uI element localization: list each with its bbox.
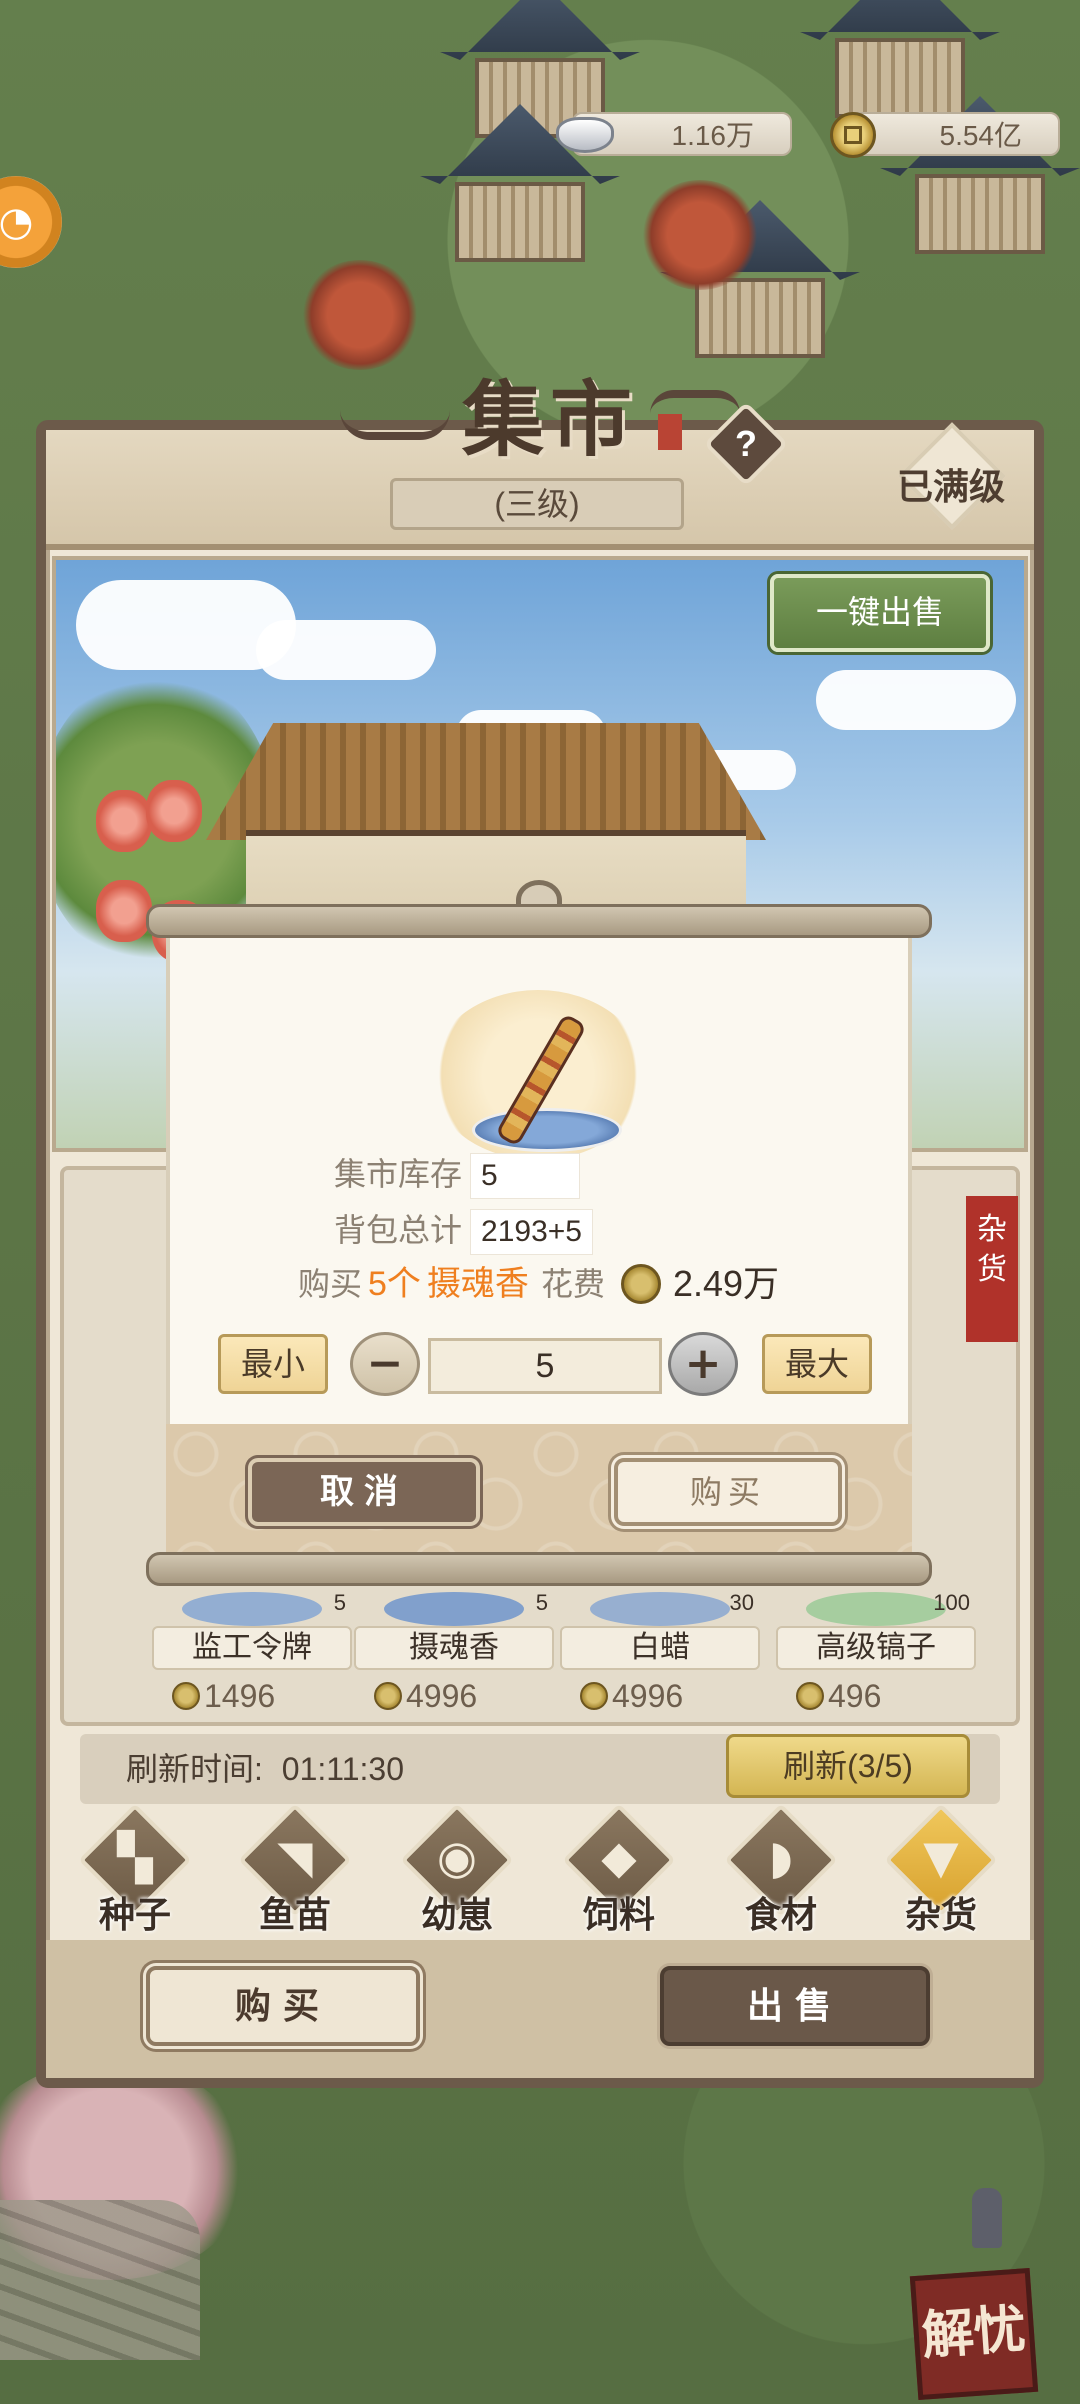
purchase-summary: 购买 5个 摄魂香 花费 2.49万 <box>298 1256 779 1312</box>
increase-button[interactable]: + <box>668 1332 738 1396</box>
item-pedestal <box>472 1108 622 1152</box>
confirm-buy-button[interactable]: 购买 <box>614 1458 842 1526</box>
min-quantity-button[interactable]: 最小 <box>218 1334 328 1394</box>
max-quantity-button[interactable]: 最大 <box>762 1334 872 1394</box>
bag-total-value: 2193+5 <box>470 1209 593 1255</box>
buy-quantity-text: 5个 <box>368 1265 421 1303</box>
item-name: 摄魂香 <box>426 1265 529 1303</box>
market-stock-row: 集市库存 5 <box>334 1152 581 1199</box>
cost-label: 花费 <box>540 1266 605 1302</box>
cost-value: 2.49万 <box>672 1263 780 1304</box>
coin-icon <box>620 1264 661 1304</box>
market-stock-value: 5 <box>470 1153 581 1199</box>
scroll-rod-top <box>146 904 932 938</box>
scroll-rod-bottom <box>146 1552 932 1586</box>
decrease-button[interactable]: − <box>350 1332 420 1396</box>
quantity-input[interactable]: 5 <box>428 1338 662 1394</box>
bag-total-row: 背包总计 2193+5 <box>334 1208 593 1255</box>
cancel-button[interactable]: 取消 <box>248 1458 480 1526</box>
market-stock-label: 集市库存 <box>334 1156 463 1192</box>
worry-relief-button[interactable]: 解忧 <box>909 2267 1039 2401</box>
buy-prefix: 购买 <box>298 1266 363 1302</box>
bag-total-label: 背包总计 <box>334 1212 463 1248</box>
